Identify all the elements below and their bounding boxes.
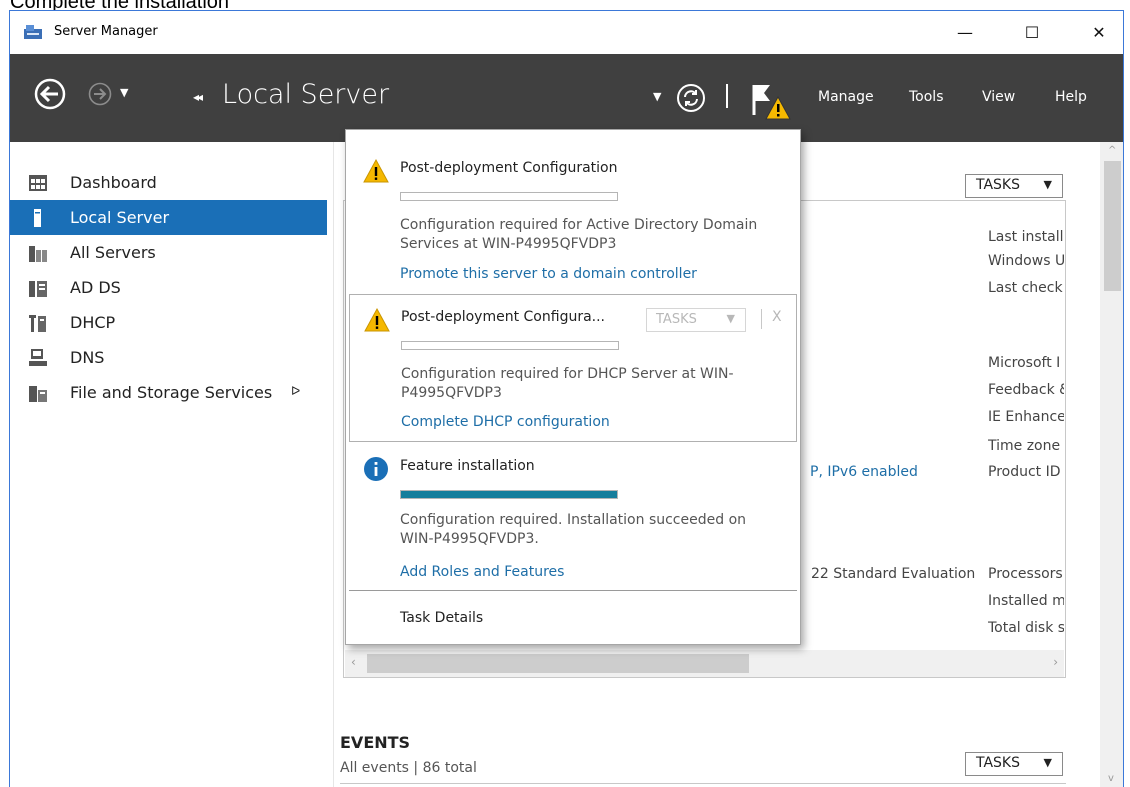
dashboard-icon xyxy=(29,175,47,191)
prop-label: Windows U xyxy=(988,253,1064,269)
events-tasks-button[interactable]: TASKS ▼ xyxy=(965,752,1063,776)
sidebar-item-label: DNS xyxy=(70,348,105,367)
menu-manage[interactable]: Manage xyxy=(818,89,874,105)
sidebar-item-local-server[interactable]: Local Server xyxy=(10,200,327,235)
prop-label: Time zone xyxy=(988,438,1061,454)
events-divider xyxy=(340,783,1066,784)
sidebar-item-dashboard[interactable]: Dashboard xyxy=(10,165,327,200)
notification-title: Post-deployment Configura... xyxy=(401,309,606,325)
sidebar-item-label: File and Storage Services xyxy=(70,383,273,402)
dismiss-notification-icon[interactable]: X xyxy=(772,309,782,325)
add-roles-features-link[interactable]: Add Roles and Features xyxy=(400,564,564,580)
history-dropdown-icon[interactable]: ▼ xyxy=(120,86,128,99)
sidebar-divider xyxy=(333,142,334,787)
menu-view[interactable]: View xyxy=(982,89,1015,105)
notification-progress-bar xyxy=(401,341,619,350)
sidebar-item-label: Local Server xyxy=(70,208,170,227)
header-separator xyxy=(726,84,728,108)
local-server-icon xyxy=(34,209,41,227)
menu-tools[interactable]: Tools xyxy=(909,89,944,105)
os-value: 22 Standard Evaluation xyxy=(811,566,976,582)
events-title: EVENTS xyxy=(340,733,411,752)
sidebar-item-label: AD DS xyxy=(70,278,121,297)
scroll-down-icon[interactable]: v xyxy=(1108,773,1114,784)
task-details-link[interactable]: Task Details xyxy=(400,610,483,626)
prop-label: Total disk s xyxy=(988,620,1064,636)
notifications-popup: Post-deployment Configuration Configurat… xyxy=(345,129,801,645)
forward-arrow-icon[interactable] xyxy=(88,82,112,106)
maximize-button[interactable]: ☐ xyxy=(1009,11,1055,54)
prop-label: Product ID xyxy=(988,464,1061,480)
server-manager-icon xyxy=(24,25,42,39)
sidebar-item-dhcp[interactable]: DHCP xyxy=(10,305,327,340)
sidebar-item-label: DHCP xyxy=(70,313,116,332)
events-summary: All events | 86 total xyxy=(340,760,477,776)
prop-label: Feedback & xyxy=(988,382,1064,398)
properties-tasks-button[interactable]: TASKS ▼ xyxy=(965,174,1063,198)
popup-divider xyxy=(349,590,797,591)
chevron-down-icon: ▼ xyxy=(1043,756,1052,769)
notification-progress-bar xyxy=(400,192,618,201)
expand-chevron-icon[interactable]: ᐅ xyxy=(291,384,300,398)
ipv6-link[interactable]: P, IPv6 enabled xyxy=(810,464,918,480)
chevron-down-icon: ▼ xyxy=(1043,178,1052,191)
back-arrow-icon[interactable] xyxy=(34,78,66,110)
scroll-left-icon[interactable]: ‹ xyxy=(351,655,356,669)
sidebar: Dashboard Local Server All Servers AD DS xyxy=(10,142,327,787)
minimize-button[interactable]: — xyxy=(942,11,988,54)
prop-label: Microsoft I xyxy=(988,355,1061,371)
server-manager-window: Server Manager — ☐ ✕ ▼ ◂◂ Local Server ▼ xyxy=(9,10,1124,787)
sidebar-item-ad-ds[interactable]: AD DS xyxy=(10,270,327,305)
breadcrumb-arrows-icon: ◂◂ xyxy=(193,90,203,104)
prop-label: Processors xyxy=(988,566,1063,582)
warning-icon xyxy=(364,307,390,332)
sidebar-item-dns[interactable]: DNS xyxy=(10,340,327,375)
notification-separator xyxy=(761,309,762,329)
sidebar-item-label: Dashboard xyxy=(70,173,157,192)
scroll-right-icon[interactable]: › xyxy=(1053,655,1058,669)
menu-help[interactable]: Help xyxy=(1055,89,1087,105)
promote-dc-link[interactable]: Promote this server to a domain controll… xyxy=(400,266,697,282)
warning-icon xyxy=(363,158,389,183)
title-bar: Server Manager — ☐ ✕ xyxy=(10,11,1123,54)
header-dropdown-icon[interactable]: ▼ xyxy=(653,90,661,103)
notification-description: Configuration required. Installation suc… xyxy=(400,512,747,547)
window-title: Server Manager xyxy=(54,24,158,39)
chevron-down-icon: ▼ xyxy=(726,312,735,325)
notification-item-highlighted: Post-deployment Configura... TASKS ▼ X C… xyxy=(349,294,797,442)
file-storage-icon xyxy=(29,386,47,402)
notification-description: Configuration required for Active Direct… xyxy=(400,217,758,252)
page-title: Local Server xyxy=(222,79,390,110)
dhcp-icon xyxy=(29,315,46,332)
close-button[interactable]: ✕ xyxy=(1076,11,1122,54)
prop-label: Last install xyxy=(988,229,1064,245)
sidebar-item-label: All Servers xyxy=(70,243,156,262)
scroll-up-icon[interactable]: ^ xyxy=(1108,145,1116,156)
vertical-scrollbar[interactable]: ^ v xyxy=(1100,142,1123,787)
notification-title: Post-deployment Configuration xyxy=(400,160,618,176)
horizontal-scrollbar[interactable]: ‹ › xyxy=(345,650,1064,677)
refresh-icon[interactable] xyxy=(676,83,706,113)
notification-title: Feature installation xyxy=(400,458,535,474)
complete-dhcp-link[interactable]: Complete DHCP configuration xyxy=(401,414,610,430)
notifications-flag-icon[interactable] xyxy=(750,79,794,123)
notification-tasks-button[interactable]: TASKS ▼ xyxy=(646,308,746,332)
dns-icon xyxy=(29,349,47,366)
sidebar-item-file-storage[interactable]: File and Storage Services ᐅ xyxy=(10,375,327,410)
prop-label: Last check xyxy=(988,280,1063,296)
prop-label: IE Enhance xyxy=(988,409,1064,425)
scroll-thumb[interactable] xyxy=(1104,161,1121,291)
sidebar-item-all-servers[interactable]: All Servers xyxy=(10,235,327,270)
prop-label: Installed m xyxy=(988,593,1064,609)
scroll-thumb[interactable] xyxy=(367,654,749,673)
notification-progress-bar xyxy=(400,490,618,499)
all-servers-icon xyxy=(29,246,47,262)
notification-description: Configuration required for DHCP Server a… xyxy=(401,366,734,401)
ad-ds-icon xyxy=(29,281,47,297)
info-icon xyxy=(364,457,388,481)
